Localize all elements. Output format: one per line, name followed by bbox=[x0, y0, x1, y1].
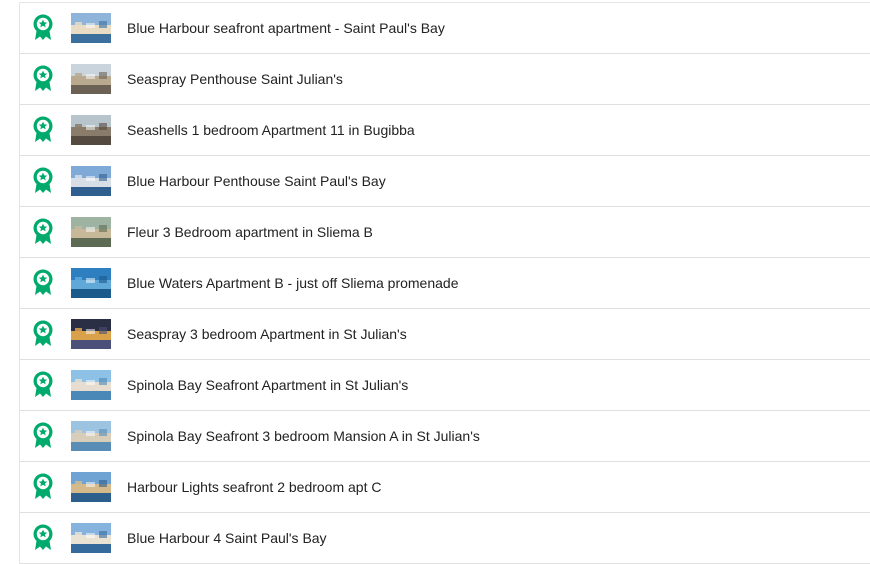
award-ribbon-icon bbox=[32, 14, 54, 41]
listing-row[interactable]: Seashells 1 bedroom Apartment 11 in Bugi… bbox=[20, 105, 870, 156]
listing-row[interactable]: Harbour Lights seafront 2 bedroom apt C bbox=[20, 462, 870, 513]
listing-title[interactable]: Blue Waters Apartment B - just off Sliem… bbox=[127, 275, 459, 291]
listing-title[interactable]: Harbour Lights seafront 2 bedroom apt C bbox=[127, 479, 381, 495]
listing-thumbnail[interactable] bbox=[71, 115, 111, 145]
listing-title[interactable]: Spinola Bay Seafront 3 bedroom Mansion A… bbox=[127, 428, 480, 444]
listing-title[interactable]: Seaspray Penthouse Saint Julian's bbox=[127, 71, 343, 87]
listing-thumbnail[interactable] bbox=[71, 472, 111, 502]
award-ribbon-icon bbox=[32, 116, 54, 143]
award-ribbon-icon bbox=[32, 65, 54, 92]
listing-thumbnail[interactable] bbox=[71, 319, 111, 349]
listing-thumbnail[interactable] bbox=[71, 64, 111, 94]
listing-thumbnail[interactable] bbox=[71, 268, 111, 298]
listing-row[interactable]: Fleur 3 Bedroom apartment in Sliema B bbox=[20, 207, 870, 258]
listing-row[interactable]: Spinola Bay Seafront Apartment in St Jul… bbox=[20, 360, 870, 411]
listing-title[interactable]: Blue Harbour 4 Saint Paul's Bay bbox=[127, 530, 327, 546]
listing-row[interactable]: Seaspray 3 bedroom Apartment in St Julia… bbox=[20, 309, 870, 360]
award-ribbon-icon bbox=[32, 167, 54, 194]
listing-row[interactable]: Blue Harbour seafront apartment - Saint … bbox=[20, 3, 870, 54]
listing-row[interactable]: Blue Waters Apartment B - just off Sliem… bbox=[20, 258, 870, 309]
award-ribbon-icon bbox=[32, 473, 54, 500]
listing-row[interactable]: Spinola Bay Seafront 3 bedroom Mansion A… bbox=[20, 411, 870, 462]
listing-title[interactable]: Seashells 1 bedroom Apartment 11 in Bugi… bbox=[127, 122, 415, 138]
listing-title[interactable]: Blue Harbour seafront apartment - Saint … bbox=[127, 20, 445, 36]
listing-title[interactable]: Blue Harbour Penthouse Saint Paul's Bay bbox=[127, 173, 386, 189]
listing-thumbnail[interactable] bbox=[71, 217, 111, 247]
award-ribbon-icon bbox=[32, 422, 54, 449]
listing-row[interactable]: Blue Harbour 4 Saint Paul's Bay bbox=[20, 513, 870, 564]
listing-row[interactable]: Blue Harbour Penthouse Saint Paul's Bay bbox=[20, 156, 870, 207]
listing-thumbnail[interactable] bbox=[71, 421, 111, 451]
listing-title[interactable]: Spinola Bay Seafront Apartment in St Jul… bbox=[127, 377, 408, 393]
listing-thumbnail[interactable] bbox=[71, 166, 111, 196]
listing-title[interactable]: Fleur 3 Bedroom apartment in Sliema B bbox=[127, 224, 373, 240]
listing-list: Blue Harbour seafront apartment - Saint … bbox=[19, 2, 870, 564]
listing-thumbnail[interactable] bbox=[71, 523, 111, 553]
listing-title[interactable]: Seaspray 3 bedroom Apartment in St Julia… bbox=[127, 326, 407, 342]
listing-thumbnail[interactable] bbox=[71, 370, 111, 400]
award-ribbon-icon bbox=[32, 524, 54, 551]
award-ribbon-icon bbox=[32, 371, 54, 398]
award-ribbon-icon bbox=[32, 320, 54, 347]
listing-row[interactable]: Seaspray Penthouse Saint Julian's bbox=[20, 54, 870, 105]
listing-thumbnail[interactable] bbox=[71, 13, 111, 43]
award-ribbon-icon bbox=[32, 269, 54, 296]
award-ribbon-icon bbox=[32, 218, 54, 245]
